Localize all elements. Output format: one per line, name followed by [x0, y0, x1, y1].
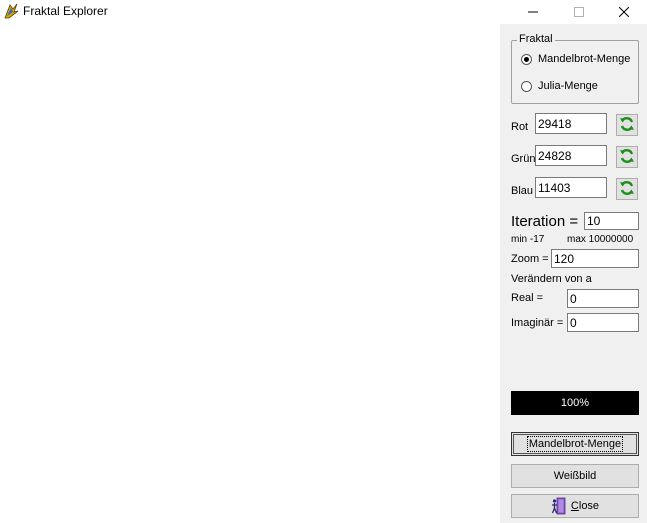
radio-mandelbrot-label: Mandelbrot-Menge [538, 53, 631, 65]
refresh-icon [619, 148, 635, 167]
iteration-max-label: max 10000000 [567, 234, 634, 245]
close-window-button[interactable] [601, 0, 647, 24]
gruen-label: Grün [511, 153, 536, 165]
real-label: Real = [511, 292, 544, 304]
weissbild-button-label: Weißbild [553, 470, 597, 482]
control-panel: Fraktal Mandelbrot-Menge Julia-Menge Rot [500, 24, 647, 523]
refresh-icon [619, 180, 635, 199]
close-icon [619, 7, 629, 17]
mandelbrot-button[interactable]: Mandelbrot-Menge [511, 432, 639, 456]
minimize-button[interactable] [510, 0, 556, 24]
gruen-input[interactable] [535, 145, 607, 166]
rot-label: Rot [511, 121, 529, 133]
zoom-label: Zoom = [511, 253, 549, 265]
maximize-icon [574, 7, 584, 17]
rot-input[interactable] [535, 113, 607, 134]
app-window: Fraktal Explorer Fraktal Mandelbrot-Meng… [0, 0, 647, 523]
mandelbrot-button-label: Mandelbrot-Menge [526, 436, 624, 452]
minimize-icon [528, 7, 538, 17]
fraktal-groupbox: Fraktal Mandelbrot-Menge Julia-Menge [511, 33, 639, 104]
close-button-label: Close [570, 500, 600, 512]
iteration-label: Iteration = [511, 213, 579, 230]
param-a-heading: Verändern von a [511, 273, 592, 285]
blau-input[interactable] [535, 177, 607, 198]
exit-door-icon [551, 497, 567, 515]
imag-input[interactable] [567, 313, 639, 332]
gruen-refresh-button[interactable] [616, 146, 638, 168]
rot-refresh-button[interactable] [616, 114, 638, 136]
fractal-app-icon [3, 3, 19, 19]
radio-julia[interactable]: Julia-Menge [521, 80, 598, 92]
fraktal-group-legend: Fraktal [517, 33, 555, 45]
radio-mandelbrot-indicator[interactable] [521, 53, 532, 65]
radio-julia-label: Julia-Menge [538, 80, 598, 92]
blau-label: Blau [511, 185, 534, 197]
progress-text: 100% [560, 397, 590, 409]
refresh-icon [619, 116, 635, 135]
radio-julia-indicator[interactable] [521, 80, 532, 92]
iteration-input[interactable] [584, 212, 639, 230]
imag-label: Imaginär = [511, 317, 564, 329]
real-input[interactable] [567, 289, 639, 308]
close-button[interactable]: Close [511, 494, 639, 518]
iteration-min-label: min -17 [511, 234, 545, 245]
maximize-button[interactable] [556, 0, 602, 24]
weissbild-button[interactable]: Weißbild [511, 464, 639, 488]
title-bar[interactable]: Fraktal Explorer [0, 0, 647, 24]
zoom-input[interactable] [551, 249, 639, 268]
radio-mandelbrot[interactable]: Mandelbrot-Menge [521, 53, 630, 65]
fractal-canvas[interactable] [0, 24, 500, 523]
blau-refresh-button[interactable] [616, 178, 638, 200]
window-title: Fraktal Explorer [23, 4, 108, 18]
progress-bar: 100% [511, 391, 639, 415]
